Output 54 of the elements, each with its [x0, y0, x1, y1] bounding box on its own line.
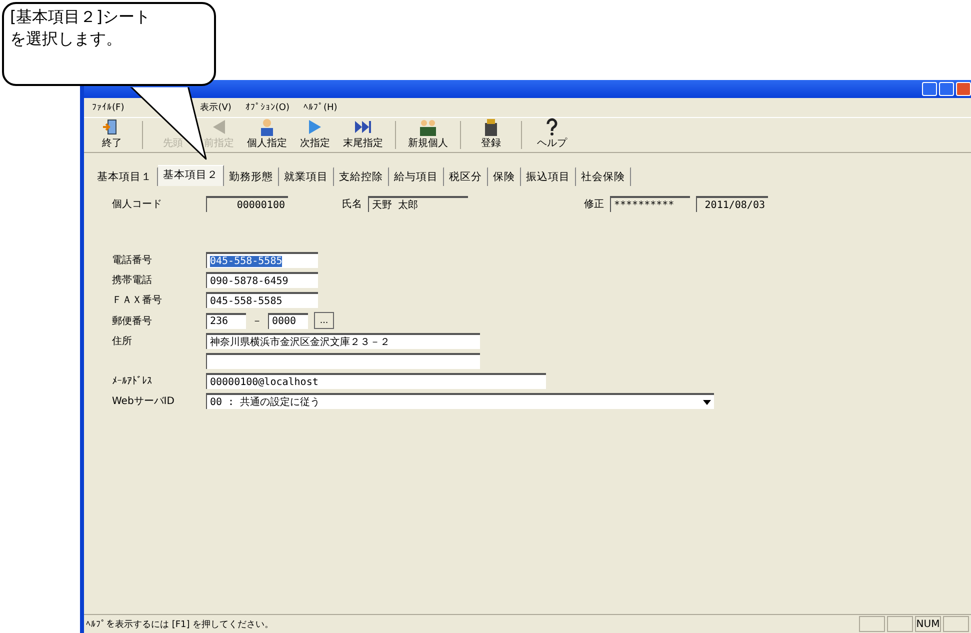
field-label: 住所 [112, 334, 133, 348]
tab[interactable]: 勤務形態 [224, 167, 279, 186]
readonly-field: ********** [610, 196, 690, 212]
maximize-button[interactable] [939, 82, 954, 96]
menu-item[interactable]: ﾍﾙﾌﾟ(H) [304, 102, 338, 113]
status-text: ﾍﾙﾌﾟを表示するには [F1] を押してください。 [86, 618, 275, 630]
toolbar-button[interactable]: 新規個人 [404, 118, 452, 152]
menu-item[interactable]: 表示(V) [200, 101, 232, 114]
field-label: ＦＡＸ番号 [112, 294, 163, 307]
readonly-field: 天野 太郎 [368, 196, 468, 212]
field-label: ﾒｰﾙｱﾄﾞﾚｽ [112, 375, 153, 387]
callout-text: [基本項目２]シート [10, 6, 152, 28]
dash-text: － [252, 314, 262, 328]
tab[interactable]: 保険 [488, 167, 521, 186]
toolbar-button[interactable]: 個人指定 [243, 118, 291, 152]
tab[interactable]: 基本項目２ [158, 165, 224, 186]
toolbar-button[interactable]: ヘルプ [530, 118, 574, 152]
menu-item[interactable]: ｵﾌﾟｼｮﾝ(O) [245, 102, 290, 113]
field-label: 郵便番号 [112, 314, 153, 328]
tab[interactable]: 税区分 [444, 167, 488, 186]
menu-item[interactable]: ﾌｧｲﾙ(F) [92, 102, 124, 113]
readonly-field: 00000100 [206, 196, 288, 212]
input-field[interactable]: 045-558-5585 [206, 252, 318, 268]
input-field[interactable] [206, 353, 480, 369]
browse-button[interactable]: ... [314, 312, 334, 329]
toolbar-button[interactable]: 末尾指定 [339, 118, 387, 152]
input-field[interactable]: 神奈川県横浜市金沢区金沢文庫２３－２ [206, 333, 480, 349]
field-label: 氏名 [342, 198, 362, 211]
input-field[interactable]: 236 [206, 312, 246, 328]
field-label: WebサーバID [112, 395, 176, 408]
tab[interactable]: 就業項目 [279, 167, 334, 186]
input-field[interactable]: 00000100@localhost [206, 373, 546, 389]
tab[interactable]: 社会保険 [576, 167, 631, 186]
last-icon [353, 118, 373, 136]
dropdown-arrow-icon [703, 400, 711, 404]
tab[interactable]: 支給控除 [334, 167, 389, 186]
toolbar-button[interactable]: 次指定 [293, 118, 337, 152]
input-field[interactable]: 090-5878-6459 [206, 272, 318, 288]
field-label: 修正 [584, 198, 604, 211]
readonly-field: 2011/08/03 [696, 196, 768, 212]
tab[interactable]: 振込項目 [521, 167, 576, 186]
minimize-button[interactable] [922, 82, 937, 96]
status-indicator: NUM [915, 616, 941, 632]
dropdown[interactable]: 00 : 共通の設定に従う [206, 393, 714, 409]
tab[interactable]: 給与項目 [389, 167, 444, 186]
toolbar-button[interactable]: 終了 [90, 118, 134, 152]
field-label: 個人コード [112, 198, 163, 211]
callout-text: を選択します。 [10, 28, 123, 50]
close-button[interactable] [956, 82, 971, 96]
input-field[interactable]: 045-558-5585 [206, 292, 318, 308]
field-label: 電話番号 [112, 254, 153, 267]
field-label: 携帯電話 [112, 274, 153, 287]
input-field[interactable]: 0000 [268, 312, 308, 328]
toolbar-button[interactable]: 登録 [469, 118, 513, 152]
